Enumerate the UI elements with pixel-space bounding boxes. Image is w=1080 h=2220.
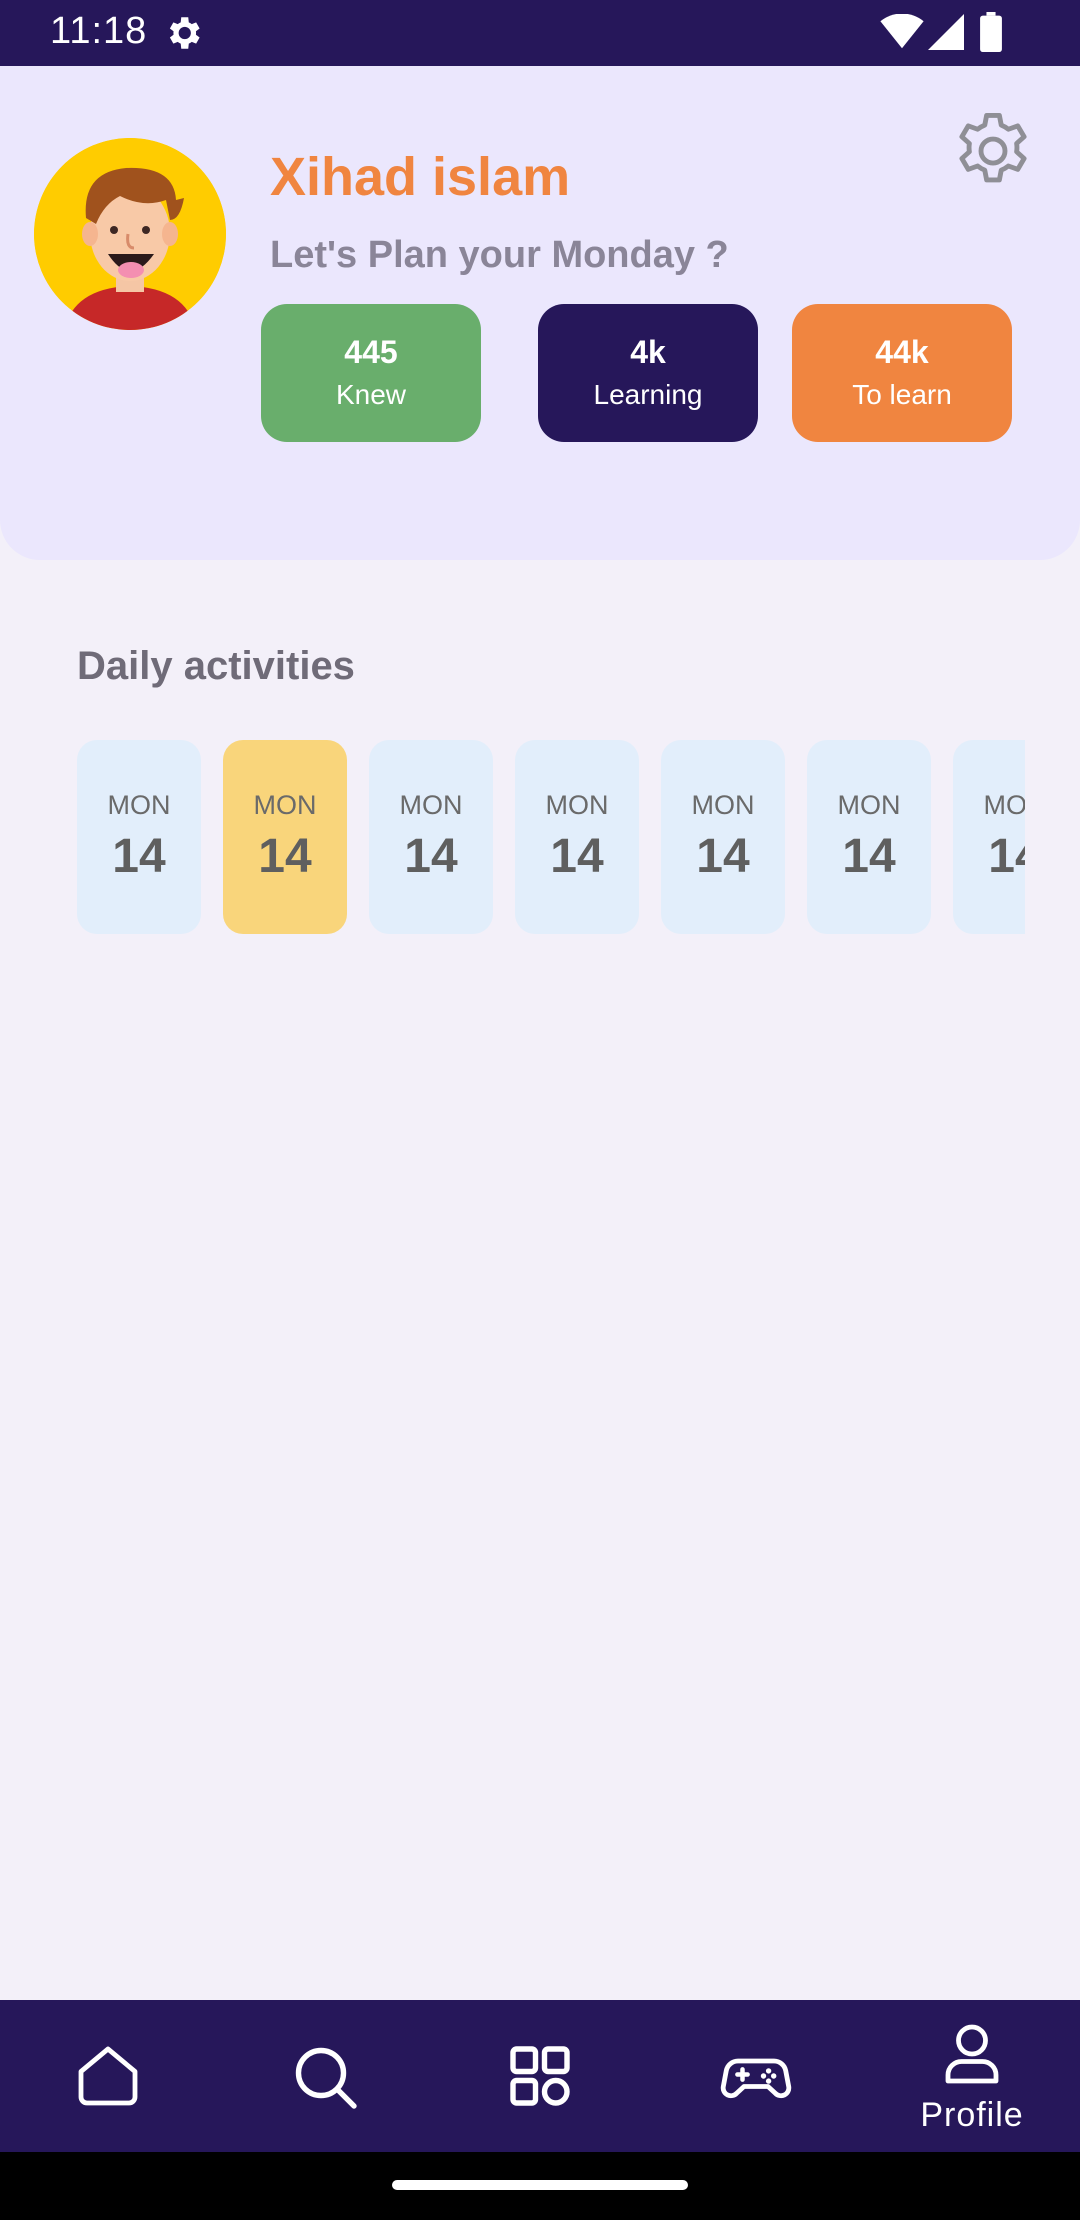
user-name: Xihad islam [270,147,571,207]
stat-to-learn-label: To learn [852,379,952,410]
stat-to-learn-value: 44k [875,334,929,370]
stat-learning-label: Learning [593,379,703,410]
day-number: 14 [404,830,458,883]
day-number: 14 [842,830,896,883]
stat-knew-label: Knew [335,379,407,410]
day-name: MON [837,790,901,820]
bottom-nav: Profile [0,2000,1080,2152]
nav-search[interactable] [216,2000,432,2152]
nav-profile[interactable]: Profile [864,2000,1080,2152]
day-card[interactable]: MON 14 [369,740,493,934]
stat-to-learn[interactable]: 44k To learn [792,304,1012,442]
signal-icon [928,14,964,50]
day-number: 14 [258,830,312,883]
gesture-area [0,2152,1080,2220]
status-bar: 11:18 [0,0,1080,66]
day-name: MON [399,790,463,820]
avatar[interactable] [34,138,226,330]
gesture-handle[interactable] [392,2180,688,2190]
day-name: MON [253,790,317,820]
nav-categories[interactable] [432,2000,648,2152]
day-name: MON [107,790,171,820]
day-number: 14 [550,830,604,883]
settings-button[interactable] [948,106,1038,196]
stat-learning-value: 4k [630,334,666,370]
avatar-illustration [34,138,226,330]
day-name: MON [691,790,755,820]
search-icon [295,2047,357,2109]
day-number: 14 [696,830,750,883]
day-card[interactable]: MON 14 [661,740,785,934]
day-name: MON [983,790,1026,820]
day-card[interactable]: MON 14 [223,740,347,934]
day-card[interactable]: MON 14 [77,740,201,934]
battery-icon [980,12,1002,52]
day-card[interactable]: MON 14 [515,740,639,934]
grid-icon [510,2046,570,2106]
profile-card: Xihad islam Let's Plan your Monday ? 445… [0,66,1080,560]
day-name: MON [545,790,609,820]
gear-icon [959,112,1027,183]
stat-knew[interactable]: 445 Knew [261,304,481,442]
day-number: 14 [112,830,166,883]
daily-activities-title: Daily activities [77,644,355,688]
day-selector[interactable]: MON 14 MON 14 MON 14 MON 14 MON 14 MON 1… [77,740,1025,934]
home-icon [78,2046,138,2106]
status-settings-icon [169,17,200,49]
nav-profile-label: Profile [920,2096,1024,2134]
day-card[interactable]: MON 14 [953,740,1025,934]
day-number: 14 [988,830,1025,883]
status-time: 11:18 [50,10,148,52]
stat-knew-value: 445 [344,334,398,370]
gamepad-icon [720,2058,792,2099]
nav-games[interactable] [648,2000,864,2152]
greeting-text: Let's Plan your Monday ? [270,234,729,276]
wifi-icon [880,14,924,49]
stat-learning[interactable]: 4k Learning [538,304,758,442]
profile-icon [945,2024,999,2084]
day-card[interactable]: MON 14 [807,740,931,934]
nav-home[interactable] [0,2000,216,2152]
